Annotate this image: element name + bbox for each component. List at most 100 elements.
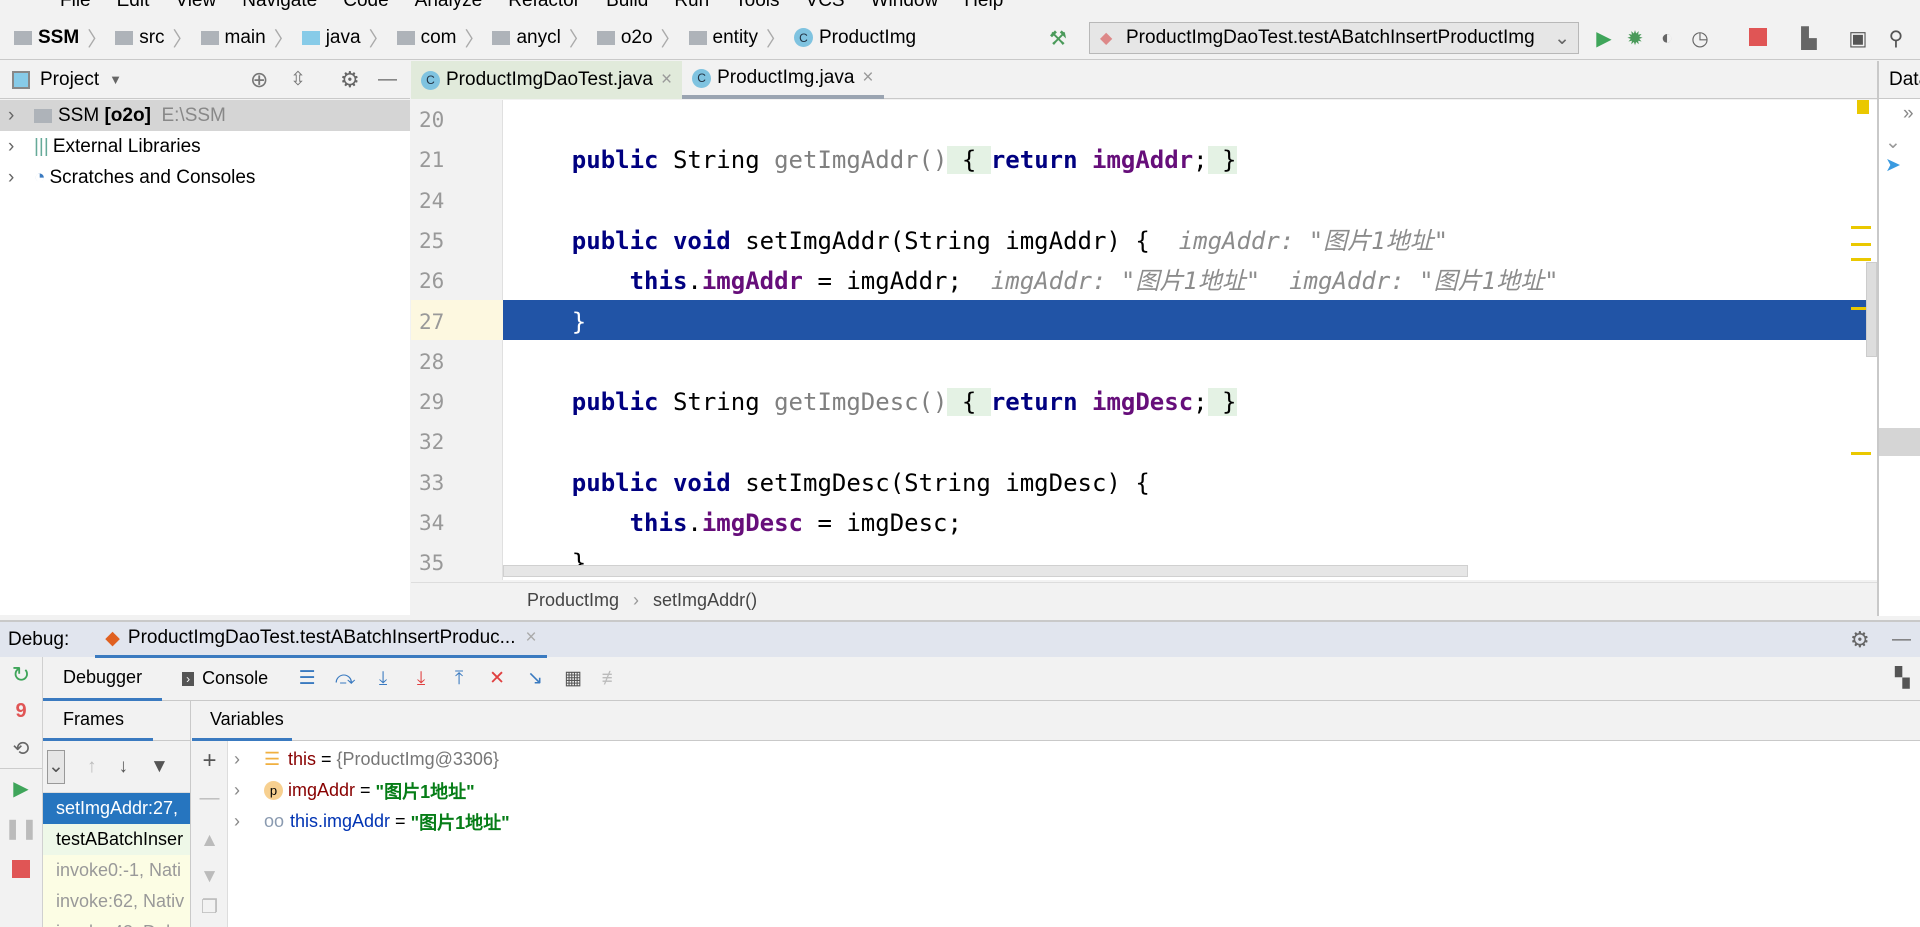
project-view-selector[interactable]: Project [40, 69, 99, 91]
frame-item[interactable]: invoke:43, Dele [43, 917, 190, 927]
menu-navigate[interactable]: Navigate [242, 0, 317, 11]
chevron-right-icon[interactable]: › [234, 780, 264, 801]
menu-edit[interactable]: Edit [117, 0, 150, 11]
crumb-main[interactable]: main [200, 27, 266, 49]
minimize-icon[interactable]: — [1892, 629, 1911, 651]
close-icon[interactable]: × [525, 627, 536, 649]
menu-build[interactable]: Build [606, 0, 648, 11]
tree-item-scratches[interactable]: › ◔ Scratches and Consoles [0, 162, 410, 193]
chevron-right-icon[interactable]: › [8, 167, 34, 189]
code-editor[interactable]: 20 21 public String getImgAddr() { return… [411, 100, 1877, 580]
run-icon[interactable]: ▶ [1592, 26, 1616, 50]
chevron-down-icon[interactable]: ⌄ ➤ [1879, 125, 1920, 177]
horizontal-scrollbar[interactable] [503, 565, 1468, 577]
arrow-up-icon[interactable]: ↑ [87, 756, 97, 778]
crumb-entity[interactable]: entity [688, 27, 758, 49]
menu-analyze[interactable]: Analyze [415, 0, 483, 11]
tab-frames[interactable]: Frames [43, 701, 153, 741]
move-up-icon[interactable]: ▲ [192, 830, 227, 852]
menu-refactor[interactable]: Refactor [508, 0, 580, 11]
chevron-right-icon[interactable]: › [234, 811, 264, 832]
restore-layout-icon[interactable]: ⟲ [0, 729, 42, 769]
inspection-status-icon[interactable] [1857, 100, 1869, 114]
evaluate-expression-icon[interactable]: ▦ [559, 667, 587, 690]
stop-icon[interactable] [0, 849, 42, 889]
tab-variables[interactable]: Variables [192, 701, 292, 741]
terminal-window-icon[interactable]: ▣ [1846, 26, 1870, 50]
error-stripe-mark[interactable] [1851, 243, 1871, 246]
layout-settings-icon[interactable]: ▚ [1895, 667, 1910, 690]
frame-item[interactable]: invoke0:-1, Nati [43, 855, 190, 886]
step-out-icon[interactable]: ⤒ [445, 668, 473, 690]
crumb-method[interactable]: setImgAddr() [653, 590, 757, 611]
code-line[interactable]: this.imgDesc = imgDesc; [514, 503, 962, 543]
step-over-icon[interactable]: ⤼ [331, 668, 359, 690]
watch-row-this-imgaddr[interactable]: › oo this.imgAddr = "图片1地址" [228, 806, 1920, 837]
code-line[interactable]: public String getImgAddr() { return imgA… [514, 140, 1237, 180]
variable-row-imgaddr[interactable]: › p imgAddr = "图片1地址" [228, 775, 1920, 806]
run-configuration-select[interactable]: ◆ ProductImgDaoTest.testABatchInsertProdu… [1089, 22, 1579, 54]
resume-icon[interactable]: ▶ [0, 769, 42, 809]
crumb-class[interactable]: ProductImg [527, 590, 619, 611]
close-icon[interactable]: × [661, 69, 672, 91]
stop-icon[interactable] [1749, 28, 1767, 46]
tree-item-external-libraries[interactable]: › ||| External Libraries [0, 131, 410, 162]
menu-run[interactable]: Run [674, 0, 709, 11]
frame-item[interactable]: testABatchInser [43, 824, 190, 855]
pause-icon[interactable]: ❚❚ [0, 809, 42, 849]
debug-session-tab[interactable]: ◆ ProductImgDaoTest.testABatchInsertProdu… [95, 621, 547, 658]
caret-down-icon[interactable]: ▼ [109, 72, 122, 87]
code-line[interactable]: public String getImgDesc() { return imgD… [514, 382, 1237, 422]
menu-file[interactable]: File [60, 0, 91, 11]
step-into-icon[interactable]: ⤓ [369, 668, 397, 690]
close-icon[interactable]: × [862, 67, 873, 89]
tab-debugger[interactable]: Debugger [43, 657, 163, 701]
vertical-scrollbar[interactable] [1866, 262, 1877, 357]
tab-console[interactable]: › Console [162, 657, 288, 701]
code-line[interactable]: public void setImgDesc(String imgDesc) { [514, 463, 1150, 503]
profile-icon[interactable]: ◷ [1688, 26, 1712, 50]
run-to-cursor-icon[interactable]: ↘ [521, 667, 549, 690]
filter-icon[interactable]: ▼ [150, 756, 169, 778]
code-line[interactable]: this.imgAddr = imgAddr; imgAddr: "图片1地址"… [514, 261, 1559, 301]
gear-icon[interactable]: ⚙ [1850, 627, 1870, 653]
search-icon[interactable]: ⚲ [1884, 26, 1908, 50]
tab-productimgdaotest[interactable]: C ProductImgDaoTest.java × [411, 61, 683, 99]
move-down-icon[interactable]: ▼ [192, 866, 227, 888]
debug-bug-icon[interactable]: ✹ [1623, 26, 1647, 50]
error-stripe-mark[interactable] [1851, 258, 1871, 261]
duplicate-watch-icon[interactable]: ❐ [192, 896, 227, 919]
chevron-right-icon[interactable]: › [234, 749, 264, 770]
tab-productimg[interactable]: C ProductImg.java × [682, 61, 884, 99]
frame-item[interactable]: invoke:62, Nativ [43, 886, 190, 917]
thread-select[interactable]: ⌄ [47, 749, 65, 784]
minimize-icon[interactable]: — [378, 69, 397, 91]
coverage-icon[interactable]: ◐ [1655, 26, 1679, 50]
arrow-down-icon[interactable]: ↓ [119, 756, 129, 778]
rerun-icon[interactable]: ↻ [0, 657, 42, 693]
expand-icon[interactable]: » [1879, 99, 1920, 125]
error-stripe-mark[interactable] [1851, 452, 1871, 455]
crumb-com[interactable]: com [396, 27, 456, 49]
code-line[interactable]: } [514, 302, 586, 342]
frame-item[interactable]: setImgAddr:27, [43, 793, 190, 824]
crumb-ssm[interactable]: SSM [14, 27, 79, 49]
menu-tools[interactable]: Tools [735, 0, 779, 11]
menu-code[interactable]: Code [343, 0, 388, 11]
crumb-src[interactable]: src [115, 27, 165, 49]
chevron-right-icon[interactable]: › [8, 105, 34, 127]
database-panel-title[interactable]: Data [1879, 61, 1920, 99]
show-execution-point-icon[interactable]: ☰ [293, 667, 321, 690]
add-watch-icon[interactable]: + [192, 747, 227, 775]
force-step-into-icon[interactable]: ⤓ [407, 668, 435, 690]
crumb-o2o[interactable]: o2o [596, 27, 653, 49]
menu-vcs[interactable]: VCS [806, 0, 845, 11]
locate-icon[interactable]: ⊕ [250, 67, 268, 93]
error-stripe-mark[interactable] [1851, 226, 1871, 229]
collapse-all-icon[interactable]: ⇳ [290, 68, 306, 91]
drop-frame-icon[interactable]: ✕ [483, 667, 511, 690]
crumb-anycl[interactable]: anycl [492, 27, 561, 49]
crumb-productimg[interactable]: C ProductImg [793, 27, 916, 49]
trace-current-stream-icon[interactable]: ≢ [597, 668, 625, 690]
menu-view[interactable]: View [175, 0, 216, 11]
